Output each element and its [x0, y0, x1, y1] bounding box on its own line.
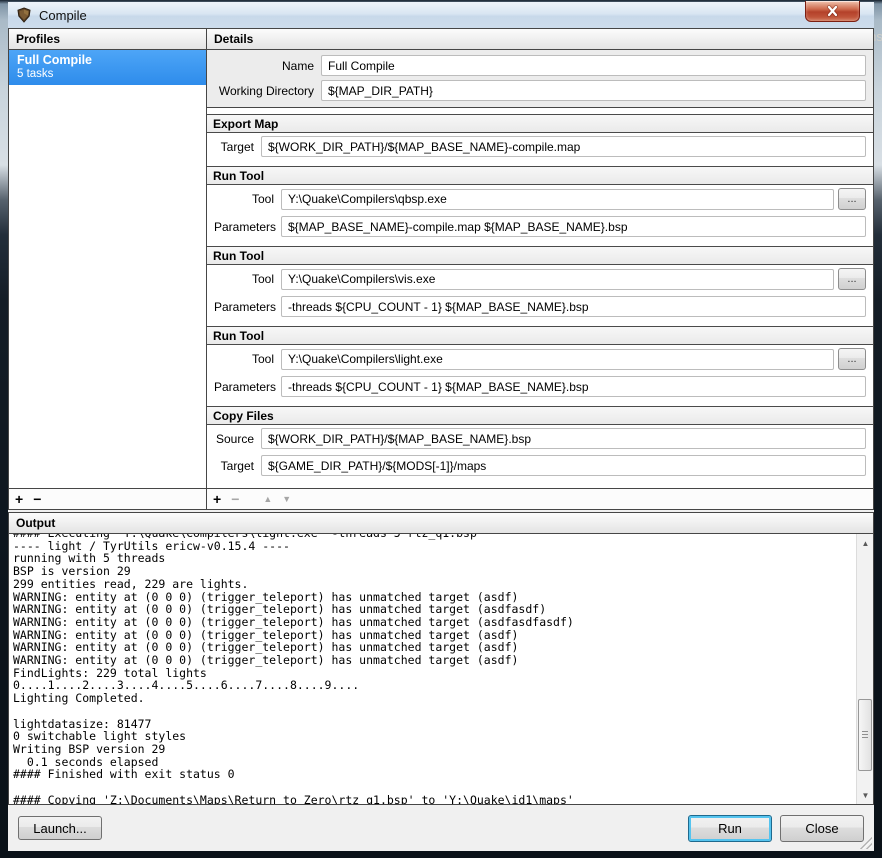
resize-grip[interactable] — [860, 837, 872, 849]
dialog-button-row: Launch... Run Close — [8, 805, 874, 851]
title-bar[interactable]: Compile — [8, 2, 874, 28]
tool-field[interactable] — [281, 349, 834, 370]
parameters-field[interactable] — [281, 296, 866, 317]
task-field-row: Parameters — [207, 213, 873, 240]
task-field-row: Source — [207, 425, 873, 452]
task-field-row: Target — [207, 452, 873, 479]
field-label: Tool — [214, 352, 274, 366]
profile-meta-fields: Name Working Directory — [207, 50, 873, 108]
browse-button[interactable]: ... — [838, 188, 866, 210]
name-field[interactable] — [321, 55, 866, 76]
profiles-toolbar: + − — [9, 488, 206, 509]
window-title: Compile — [39, 8, 87, 23]
field-label: Target — [214, 140, 254, 154]
scrollbar-thumb[interactable] — [858, 699, 872, 771]
output-header: Output — [9, 513, 873, 534]
details-header: Details — [207, 29, 873, 50]
task-type-header: Export Map — [207, 114, 873, 133]
parameters-field[interactable] — [281, 216, 866, 237]
field-label: Parameters — [214, 220, 274, 234]
parameters-field[interactable] — [281, 376, 866, 397]
task-type-header: Copy Files — [207, 406, 873, 425]
compile-dialog-window: Compile Fenster Profiles Full Compile5 t… — [0, 0, 882, 858]
field-label: Target — [214, 459, 254, 473]
task-field-row: Tool... — [207, 345, 873, 373]
move-task-up-icon[interactable]: ▲ — [263, 495, 272, 504]
field-label: Parameters — [214, 380, 274, 394]
task-field-row: Parameters — [207, 293, 873, 320]
field-label: Tool — [214, 192, 274, 206]
field-label: Tool — [214, 272, 274, 286]
task-type-header: Run Tool — [207, 326, 873, 345]
move-task-down-icon[interactable]: ▼ — [282, 495, 291, 504]
profile-list: Full Compile5 tasks — [9, 50, 206, 488]
scrollbar-grip — [862, 731, 868, 738]
close-icon — [826, 5, 839, 17]
details-panel: Details Name Working Directory Export Map… — [207, 29, 873, 509]
add-profile-button[interactable]: + — [15, 492, 23, 506]
target-field[interactable] — [261, 455, 866, 476]
scroll-up-icon[interactable]: ▲ — [857, 535, 873, 551]
task-field-row: Tool... — [207, 265, 873, 293]
remove-task-button[interactable]: − — [231, 492, 239, 506]
task-type-header: Run Tool — [207, 166, 873, 185]
task-field-row: Target — [207, 133, 873, 160]
profile-item[interactable]: Full Compile5 tasks — [9, 50, 206, 85]
source-field[interactable] — [261, 428, 866, 449]
output-panel: Output #### Executing 'Y:\Quake\Compiler… — [8, 512, 874, 805]
browse-button[interactable]: ... — [838, 348, 866, 370]
remove-profile-button[interactable]: − — [33, 492, 41, 506]
console-text: #### Executing 'Y:\Quake\Compilers\light… — [13, 534, 853, 804]
task-run-tool: Run ToolTool...Parameters — [207, 166, 873, 240]
target-field[interactable] — [261, 136, 866, 157]
trenchbroom-shield-icon — [16, 7, 32, 23]
output-console[interactable]: #### Executing 'Y:\Quake\Compilers\light… — [9, 534, 873, 804]
tool-field[interactable] — [281, 189, 834, 210]
meta-field-row: Working Directory — [207, 78, 873, 103]
working-directory-field[interactable] — [321, 80, 866, 101]
profile-name: Full Compile — [17, 53, 198, 67]
meta-field-row: Name — [207, 53, 873, 78]
profiles-panel: Profiles Full Compile5 tasks + − — [9, 29, 207, 509]
profiles-header: Profiles — [9, 29, 206, 50]
field-label: Source — [214, 432, 254, 446]
profile-task-count: 5 tasks — [17, 68, 198, 80]
task-field-row: Tool... — [207, 185, 873, 213]
field-label: Parameters — [214, 300, 274, 314]
close-button[interactable]: Close — [780, 815, 864, 842]
task-field-row: Parameters — [207, 373, 873, 400]
task-export-map: Export Map Target — [207, 114, 873, 160]
task-run-tool: Run ToolTool...Parameters — [207, 326, 873, 400]
add-task-button[interactable]: + — [213, 492, 221, 506]
tasks-toolbar: + − ▲ ▼ — [207, 488, 873, 509]
scroll-down-icon[interactable]: ▼ — [857, 787, 873, 803]
task-copy-files: Copy Files Source Target — [207, 406, 873, 479]
output-scrollbar[interactable]: ▲ ▼ — [856, 534, 873, 804]
task-run-tool: Run ToolTool...Parameters — [207, 246, 873, 320]
dialog-client-area: Profiles Full Compile5 tasks + − Details… — [8, 28, 874, 851]
task-type-header: Run Tool — [207, 246, 873, 265]
launch-button[interactable]: Launch... — [18, 816, 102, 840]
tool-field[interactable] — [281, 269, 834, 290]
run-button[interactable]: Run — [688, 815, 772, 842]
close-window-button[interactable] — [805, 1, 860, 22]
browse-button[interactable]: ... — [838, 268, 866, 290]
field-label: Name — [214, 59, 314, 73]
task-list: Export MapTargetRun ToolTool...Parameter… — [207, 108, 873, 488]
field-label: Working Directory — [214, 84, 314, 98]
